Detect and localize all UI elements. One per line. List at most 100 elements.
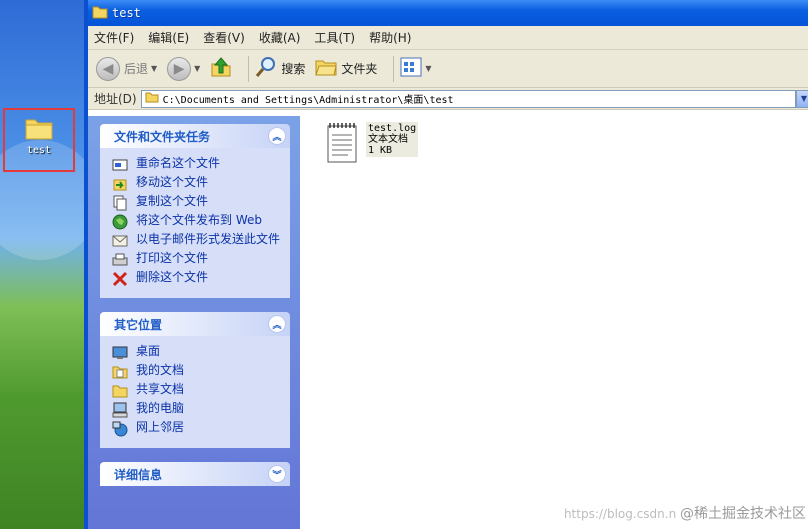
place-network[interactable]: 网上邻居 xyxy=(112,421,282,437)
rename-icon xyxy=(112,157,128,173)
collapse-chevron-icon[interactable]: ︽ xyxy=(268,315,286,333)
address-path: C:\Documents and Settings\Administrator\… xyxy=(162,95,454,106)
views-button[interactable]: ▼ xyxy=(400,57,432,80)
place-label: 我的文档 xyxy=(136,363,185,377)
back-label: 后退 xyxy=(124,62,149,76)
other-places-panel: 其它位置 ︽ 桌面 我的文档 共享文档 我的电脑 网上邻居 xyxy=(100,312,290,448)
desktop: test xyxy=(0,0,90,529)
copy-icon xyxy=(112,195,128,211)
file-tasks-panel: 文件和文件夹任务 ︽ 重命名这个文件 移动这个文件 复制这个文件 将这个文件发布… xyxy=(100,124,290,298)
text-document-icon xyxy=(326,122,358,167)
address-input[interactable]: C:\Documents and Settings\Administrator\… xyxy=(140,89,796,108)
title-bar[interactable]: test xyxy=(88,0,808,26)
views-grid-icon xyxy=(400,57,422,80)
shared-folder-icon xyxy=(112,383,128,399)
task-move[interactable]: 移动这个文件 xyxy=(112,176,282,192)
delete-x-icon xyxy=(112,271,128,287)
file-tasks-header[interactable]: 文件和文件夹任务 ︽ xyxy=(100,124,290,148)
folder-icon xyxy=(25,116,53,143)
file-item-test-log[interactable]: test.log 文本文档 1 KB xyxy=(326,122,419,167)
network-globe-icon xyxy=(112,421,128,437)
desktop-folder-test[interactable]: test xyxy=(3,108,75,172)
file-name: test.log xyxy=(368,123,417,134)
file-tasks-body: 重命名这个文件 移动这个文件 复制这个文件 将这个文件发布到 Web 以电子邮件… xyxy=(100,148,290,298)
place-label: 桌面 xyxy=(136,344,161,358)
watermark-url: https://blog.csdn.n xyxy=(563,507,677,521)
panel-title: 其它位置 xyxy=(114,317,163,332)
menu-tools[interactable]: 工具(T) xyxy=(314,29,355,46)
task-label: 以电子邮件形式发送此文件 xyxy=(136,232,281,246)
menu-file[interactable]: 文件(F) xyxy=(94,29,134,46)
move-icon xyxy=(112,176,128,192)
menu-help[interactable]: 帮助(H) xyxy=(369,29,411,46)
folders-label: 文件夹 xyxy=(341,62,378,76)
watermark-brand: @稀土掘金技术社区 xyxy=(680,506,806,522)
chevron-down-icon[interactable]: ▼ xyxy=(194,64,200,73)
task-copy[interactable]: 复制这个文件 xyxy=(112,195,282,211)
chevron-down-icon[interactable]: ▼ xyxy=(425,64,431,73)
forward-button[interactable]: ▶ ▼ xyxy=(167,56,200,81)
task-label: 重命名这个文件 xyxy=(136,156,221,170)
menu-edit[interactable]: 编辑(E) xyxy=(148,29,189,46)
search-button[interactable]: 搜索 xyxy=(255,56,305,81)
folders-icon xyxy=(315,57,337,80)
printer-icon xyxy=(112,252,128,268)
file-list: test.log 文本文档 1 KB https://blog.csdn.n @… xyxy=(300,116,808,529)
folder-icon xyxy=(92,5,108,22)
place-my-computer[interactable]: 我的电脑 xyxy=(112,402,282,418)
documents-folder-icon xyxy=(112,364,128,380)
address-bar: 地址(D) C:\Documents and Settings\Administ… xyxy=(88,88,808,110)
chevron-down-icon[interactable]: ▼ xyxy=(151,64,157,73)
collapse-chevron-icon[interactable]: ︽ xyxy=(268,127,286,145)
folder-up-icon xyxy=(210,56,232,81)
file-meta: test.log 文本文档 1 KB xyxy=(366,122,419,157)
menu-bar: 文件(F) 编辑(E) 查看(V) 收藏(A) 工具(T) 帮助(H) xyxy=(88,26,808,50)
panel-title: 文件和文件夹任务 xyxy=(114,129,211,144)
toolbar: ◀ 后退 ▼ ▶ ▼ 搜索 文件夹 ▼ xyxy=(88,50,808,88)
folder-icon xyxy=(145,91,159,106)
other-places-body: 桌面 我的文档 共享文档 我的电脑 网上邻居 xyxy=(100,336,290,448)
content-area: 文件和文件夹任务 ︽ 重命名这个文件 移动这个文件 复制这个文件 将这个文件发布… xyxy=(88,116,808,529)
chevron-down-icon: ▼ xyxy=(800,94,808,103)
globe-icon xyxy=(112,214,128,230)
place-my-documents[interactable]: 我的文档 xyxy=(112,364,282,380)
desktop-icon-label: test xyxy=(26,145,52,156)
place-label: 网上邻居 xyxy=(136,420,185,434)
up-button[interactable] xyxy=(210,56,232,81)
explorer-window: test 文件(F) 编辑(E) 查看(V) 收藏(A) 工具(T) 帮助(H)… xyxy=(84,0,808,529)
panel-title: 详细信息 xyxy=(114,467,163,482)
back-arrow-icon: ◀ xyxy=(96,56,120,81)
task-email[interactable]: 以电子邮件形式发送此文件 xyxy=(112,233,282,249)
forward-arrow-icon: ▶ xyxy=(167,56,192,81)
task-rename[interactable]: 重命名这个文件 xyxy=(112,157,282,173)
task-label: 复制这个文件 xyxy=(136,194,209,208)
search-label: 搜索 xyxy=(281,62,306,76)
place-label: 共享文档 xyxy=(136,382,185,396)
place-desktop[interactable]: 桌面 xyxy=(112,345,282,361)
file-size: 1 KB xyxy=(368,145,393,156)
task-delete[interactable]: 删除这个文件 xyxy=(112,271,282,287)
watermark: https://blog.csdn.n @稀土掘金技术社区 xyxy=(564,503,806,523)
desktop-icon xyxy=(112,345,128,361)
task-print[interactable]: 打印这个文件 xyxy=(112,252,282,268)
task-pane: 文件和文件夹任务 ︽ 重命名这个文件 移动这个文件 复制这个文件 将这个文件发布… xyxy=(88,116,300,529)
email-icon xyxy=(112,233,128,249)
details-panel: 详细信息 ︾ xyxy=(100,462,290,486)
expand-chevron-icon[interactable]: ︾ xyxy=(268,465,286,483)
task-label: 打印这个文件 xyxy=(136,251,209,265)
details-header[interactable]: 详细信息 ︾ xyxy=(100,462,290,486)
menu-favorites[interactable]: 收藏(A) xyxy=(259,29,301,46)
toolbar-separator xyxy=(393,55,395,82)
menu-view[interactable]: 查看(V) xyxy=(203,29,245,46)
other-places-header[interactable]: 其它位置 ︽ xyxy=(100,312,290,336)
task-label: 移动这个文件 xyxy=(136,175,209,189)
task-label: 删除这个文件 xyxy=(136,270,209,284)
toolbar-separator xyxy=(248,55,250,82)
back-button[interactable]: ◀ 后退 ▼ xyxy=(96,56,157,81)
address-dropdown-button[interactable]: ▼ xyxy=(796,89,808,108)
address-label: 地址(D) xyxy=(94,92,137,106)
search-icon xyxy=(255,56,277,81)
folders-button[interactable]: 文件夹 xyxy=(315,57,377,80)
task-publish-web[interactable]: 将这个文件发布到 Web xyxy=(112,214,282,230)
place-shared-documents[interactable]: 共享文档 xyxy=(112,383,282,399)
